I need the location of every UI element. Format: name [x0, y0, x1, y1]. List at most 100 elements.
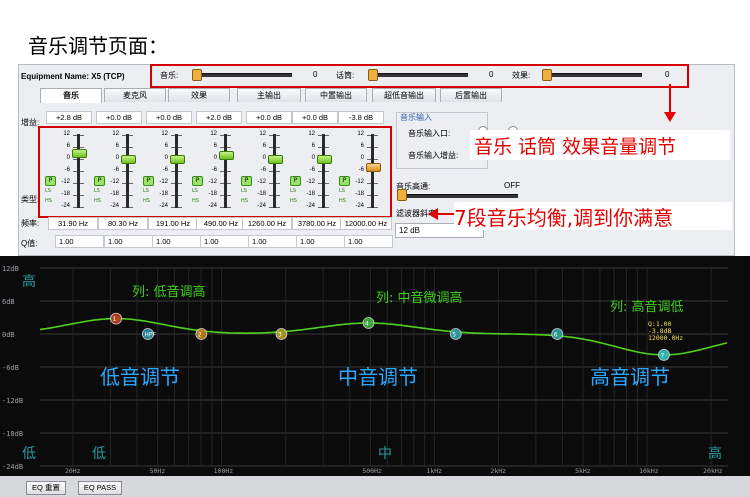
tab-center-output[interactable]: 中置输出 — [305, 88, 367, 102]
eq-slider-thumb[interactable] — [366, 162, 381, 172]
q-value-band-1[interactable]: 1.00 — [55, 235, 104, 248]
gain-value-band-6[interactable]: +0.0 dB — [292, 111, 338, 124]
q-value-band-3[interactable]: 1.00 — [152, 235, 201, 248]
gain-value-band-5[interactable]: +0.0 dB — [246, 111, 292, 124]
eq-scale-tick: -18 — [159, 191, 168, 197]
type-highshelf-button[interactable]: HS — [339, 198, 348, 204]
type-lowshelf-button[interactable]: LS — [241, 188, 250, 194]
tab-main-output[interactable]: 主输出 — [237, 88, 301, 102]
music-volume-thumb[interactable] — [192, 69, 202, 81]
eq-scale-tick: 12 — [161, 131, 168, 137]
annotation-top-text: 音乐 话筒 效果音量调节 — [474, 136, 677, 158]
freq-value-band-5[interactable]: 1260.00 Hz — [242, 217, 292, 230]
eq-scale-tick: -24 — [110, 203, 119, 209]
tab-effect[interactable]: 效果 — [168, 88, 230, 102]
eq-slider-track[interactable] — [175, 134, 178, 208]
gain-value-band-3[interactable]: +0.0 dB — [146, 111, 192, 124]
eq-slider-track[interactable] — [77, 134, 80, 208]
eq-band-node-label: 4 — [365, 321, 369, 328]
type-highshelf-button[interactable]: HS — [192, 198, 201, 204]
eq-scale-tick: -12 — [306, 179, 315, 185]
eq-scale-tick: 12 — [357, 131, 364, 137]
graph-x-label: 100Hz — [214, 467, 234, 475]
type-highshelf-button[interactable]: HS — [45, 198, 54, 204]
eq-slider-track[interactable] — [322, 134, 325, 208]
music-volume-track[interactable] — [192, 73, 292, 77]
mic-volume-track[interactable] — [368, 73, 468, 77]
highpass-thumb[interactable] — [397, 189, 407, 201]
gain-row-label: 增益: — [21, 118, 40, 127]
graph-x-label: 5kHz — [575, 467, 591, 475]
type-lowshelf-button[interactable]: LS — [339, 188, 348, 194]
type-lowshelf-button[interactable]: LS — [192, 188, 201, 194]
gain-value-band-2[interactable]: +0.0 dB — [96, 111, 142, 124]
eq-scale-tick: 6 — [164, 143, 168, 149]
tab-microphone[interactable]: 麦克风 — [104, 88, 166, 102]
eq-band-node-label: 3 — [278, 332, 282, 339]
graph-y-label: 0dB — [2, 331, 15, 339]
q-value-band-6[interactable]: 1.00 — [296, 235, 345, 248]
eq-slider-thumb[interactable] — [268, 155, 283, 164]
type-lowshelf-button[interactable]: LS — [143, 188, 152, 194]
type-lowshelf-button[interactable]: LS — [94, 188, 103, 194]
type-highshelf-button[interactable]: HS — [290, 198, 299, 204]
mic-volume-thumb[interactable] — [368, 69, 378, 81]
tab-subwoofer-output[interactable]: 超低音输出 — [372, 88, 436, 102]
freq-value-band-1[interactable]: 31.90 Hz — [48, 217, 98, 230]
q-value-band-2[interactable]: 1.00 — [104, 235, 153, 248]
type-lowshelf-button[interactable]: LS — [290, 188, 299, 194]
type-peak-button[interactable]: P — [241, 176, 252, 186]
type-peak-button[interactable]: P — [339, 176, 350, 186]
eq-slider-thumb[interactable] — [219, 151, 234, 160]
gain-value-band-1[interactable]: +2.8 dB — [46, 111, 92, 124]
effect-volume-thumb[interactable] — [542, 69, 552, 81]
eq-scale-tick: -24 — [208, 203, 217, 209]
graph-band-title: 低音调节 — [100, 365, 180, 389]
effect-volume-track[interactable] — [542, 73, 642, 77]
eq-reset-button[interactable]: EQ 重置 — [26, 481, 66, 495]
music-input-port-label: 音乐输入口: — [408, 129, 451, 138]
tab-rear-output[interactable]: 后置输出 — [440, 88, 502, 102]
q-value-band-5[interactable]: 1.00 — [248, 235, 297, 248]
type-peak-button[interactable]: P — [290, 176, 301, 186]
graph-x-label: 20Hz — [65, 467, 81, 475]
type-highshelf-button[interactable]: HS — [94, 198, 103, 204]
highpass-track[interactable] — [398, 194, 518, 198]
graph-y-label: -18dB — [2, 430, 23, 438]
freq-value-band-4[interactable]: 490.00 Hz — [196, 217, 246, 230]
eq-band-node-label: 5 — [452, 332, 456, 339]
music-input-group-title: 音乐输入 — [400, 113, 432, 122]
type-highshelf-button[interactable]: HS — [241, 198, 250, 204]
eq-pass-button[interactable]: EQ PASS — [78, 481, 122, 495]
q-value-band-4[interactable]: 1.00 — [200, 235, 249, 248]
eq-slider-track[interactable] — [273, 134, 276, 208]
type-highshelf-button[interactable]: HS — [143, 198, 152, 204]
eq-slider-track[interactable] — [126, 134, 129, 208]
graph-x-label: 2kHz — [490, 467, 506, 475]
eq-scale-tick: -18 — [61, 191, 70, 197]
eq-slider-thumb[interactable] — [317, 155, 332, 164]
tab-music[interactable]: 音乐 — [40, 88, 102, 103]
eq-channel-3: 12 6 0 -6 -12 -18 -24 P LS HS — [142, 131, 190, 214]
freq-value-band-7[interactable]: 12000.00 Hz — [340, 217, 392, 230]
eq-slider-thumb[interactable] — [72, 149, 87, 159]
type-peak-button[interactable]: P — [45, 176, 56, 186]
type-peak-button[interactable]: P — [94, 176, 105, 186]
eq-channel-1: 12 6 0 -6 -12 -18 -24 P LS HS — [44, 131, 92, 214]
eq-slider-track[interactable] — [224, 134, 227, 208]
type-peak-button[interactable]: P — [192, 176, 203, 186]
freq-value-band-6[interactable]: 3780.00 Hz — [292, 217, 342, 230]
freq-value-band-3[interactable]: 191.00 Hz — [148, 217, 198, 230]
eq-slider-thumb[interactable] — [121, 155, 136, 164]
q-value-band-7[interactable]: 1.00 — [344, 235, 393, 248]
eq-scale-tick: 0 — [262, 155, 266, 161]
gain-value-band-4[interactable]: +2.0 dB — [196, 111, 242, 124]
freq-value-band-2[interactable]: 80.30 Hz — [98, 217, 148, 230]
graph-x-label: 500Hz — [362, 467, 382, 475]
type-peak-button[interactable]: P — [143, 176, 154, 186]
mic-volume-label: 话筒: — [336, 71, 355, 80]
eq-sliders-box: 12 6 0 -6 -12 -18 -24 P LS HS 12 6 0 -6 -12 -18 -24 P LS HS… — [38, 126, 392, 218]
type-lowshelf-button[interactable]: LS — [45, 188, 54, 194]
gain-value-band-7[interactable]: -3.8 dB — [338, 111, 384, 124]
eq-slider-thumb[interactable] — [170, 155, 185, 164]
